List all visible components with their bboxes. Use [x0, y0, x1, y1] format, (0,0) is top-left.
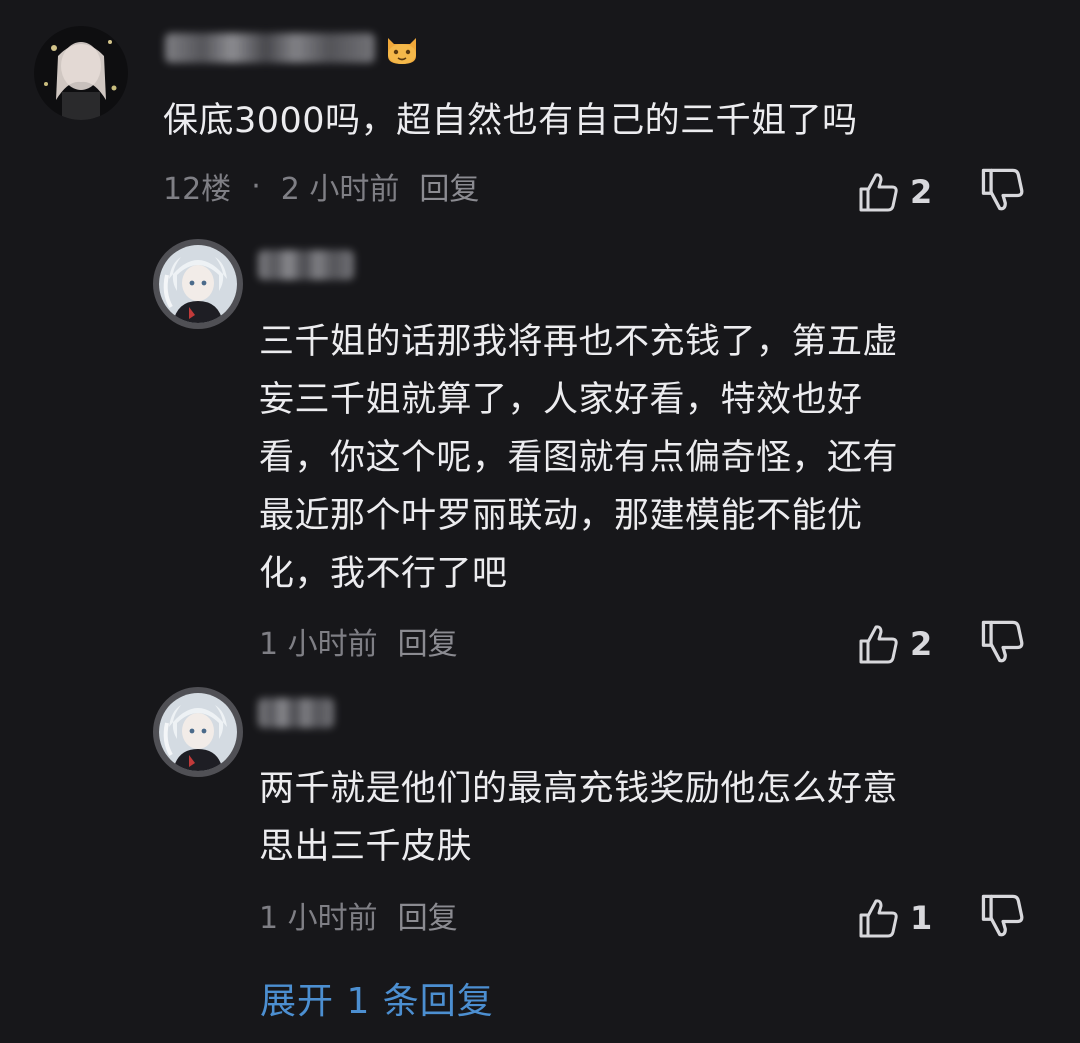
- like-button[interactable]: 1: [856, 896, 932, 940]
- thumbs-down-icon: [982, 620, 1024, 663]
- thumbs-down-icon: [982, 168, 1024, 211]
- dislike-button[interactable]: [978, 892, 1026, 944]
- username[interactable]: [165, 33, 375, 63]
- timestamp: 1 小时前: [259, 627, 378, 662]
- reply-button[interactable]: 回复: [398, 893, 458, 937]
- like-count: 1: [910, 899, 933, 937]
- thumbs-up-icon: [859, 173, 898, 212]
- like-button[interactable]: 2: [856, 622, 932, 666]
- username[interactable]: [258, 698, 334, 728]
- separator-dot: ·: [251, 168, 261, 204]
- reply-meta: 1 小时前 回复: [259, 619, 458, 663]
- orange-cat-face-icon: [388, 38, 416, 64]
- timestamp: 2 小时前: [280, 172, 400, 207]
- timestamp: 1 小时前: [259, 901, 378, 936]
- avatar[interactable]: [153, 687, 243, 777]
- reply-button[interactable]: 回复: [419, 164, 479, 208]
- dislike-button[interactable]: [978, 618, 1026, 670]
- comment-text: 保底3000吗，超自然也有自己的三千姐了吗: [163, 101, 858, 141]
- username[interactable]: [258, 250, 354, 280]
- thumbs-up-icon: [859, 899, 898, 938]
- reply-text: 三千姐的话那我将再也不充钱了，第五虚 妄三千姐就算了，人家好看，特效也好 看，你…: [259, 322, 899, 594]
- reply-actions: 1: [856, 892, 1026, 944]
- like-count: 2: [910, 173, 933, 211]
- thumbs-up-icon: [859, 625, 898, 664]
- reply-meta: 1 小时前 回复: [259, 893, 458, 937]
- floor-number: 12楼: [163, 172, 232, 207]
- expand-replies-link[interactable]: 展开 1 条回复: [260, 972, 494, 1024]
- reply-text: 两千就是他们的最高充钱奖励他怎么好意 思出三千皮肤: [259, 769, 899, 867]
- thumbs-down-icon: [982, 894, 1024, 937]
- like-button[interactable]: 2: [856, 170, 932, 214]
- comment-meta: 12楼 · 2 小时前 回复: [163, 164, 479, 208]
- avatar[interactable]: [34, 26, 128, 120]
- like-count: 2: [910, 625, 933, 663]
- comment-actions: 2: [856, 166, 1026, 218]
- reply-actions: 2: [856, 618, 1026, 670]
- dislike-button[interactable]: [978, 166, 1026, 218]
- reply-button[interactable]: 回复: [398, 619, 458, 663]
- avatar[interactable]: [153, 239, 243, 329]
